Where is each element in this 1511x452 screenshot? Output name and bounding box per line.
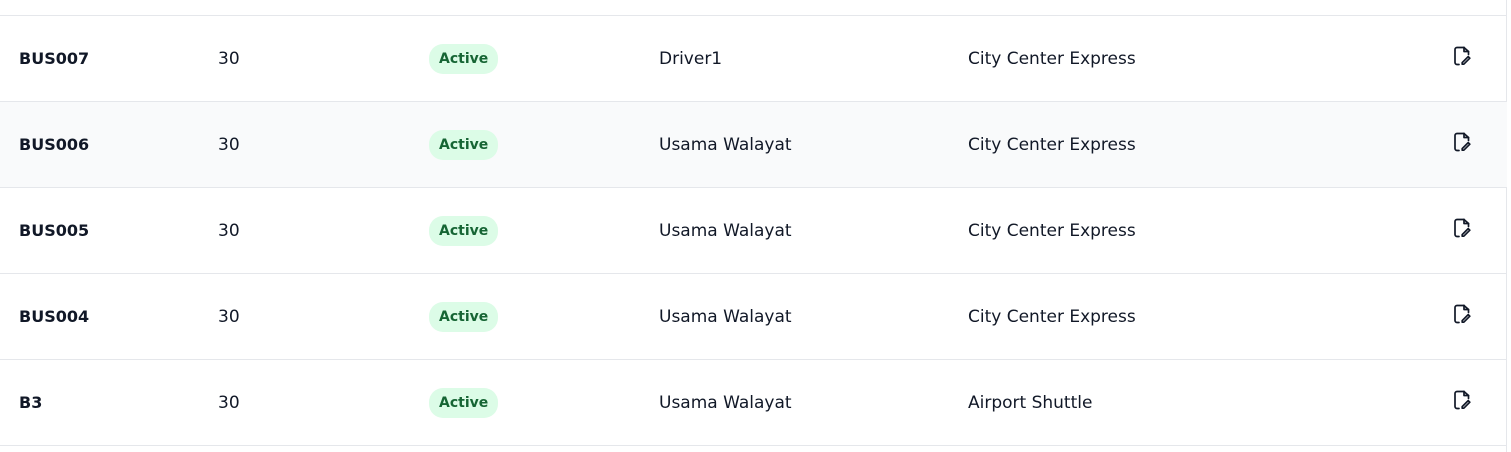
- table-row: BUS004 30 Active Usama Walayat City Cent…: [0, 274, 1507, 360]
- status-cell: Active: [429, 360, 499, 445]
- edit-document-icon[interactable]: [1452, 217, 1472, 239]
- capacity-cell: 30: [218, 392, 240, 413]
- actions-cell: [1452, 360, 1472, 445]
- capacity-cell: 30: [218, 134, 240, 155]
- actions-cell: [1452, 16, 1472, 101]
- route-cell: City Center Express: [968, 48, 1136, 69]
- status-badge: Active: [429, 129, 499, 160]
- table-row: BUS007 30 Active Driver1 City Center Exp…: [0, 16, 1507, 102]
- driver-cell: Usama Walayat: [659, 392, 792, 413]
- edit-document-icon[interactable]: [1452, 389, 1472, 411]
- bus-number-cell: BUS006: [19, 135, 90, 154]
- status-cell: Active: [429, 16, 499, 101]
- driver-cell: Usama Walayat: [659, 134, 792, 155]
- table-row: BUS005 30 Active Usama Walayat City Cent…: [0, 188, 1507, 274]
- bus-table: BUS007 30 Active Driver1 City Center Exp…: [0, 0, 1507, 452]
- bus-number-cell: BUS005: [19, 221, 90, 240]
- capacity-cell: 30: [218, 306, 240, 327]
- route-cell: City Center Express: [968, 306, 1136, 327]
- status-badge: Active: [429, 387, 499, 418]
- actions-cell: [1452, 274, 1472, 359]
- edit-document-icon[interactable]: [1452, 131, 1472, 153]
- driver-cell: Usama Walayat: [659, 306, 792, 327]
- edit-document-icon[interactable]: [1452, 45, 1472, 67]
- route-cell: Airport Shuttle: [968, 392, 1093, 413]
- status-badge: Active: [429, 43, 499, 74]
- status-cell: Active: [429, 274, 499, 359]
- table-row: BUS006 30 Active Usama Walayat City Cent…: [0, 102, 1507, 188]
- bus-number-cell: B3: [19, 393, 43, 412]
- status-cell: Active: [429, 188, 499, 273]
- status-cell: Active: [429, 102, 499, 187]
- table-row: B3 30 Active Usama Walayat Airport Shutt…: [0, 360, 1507, 446]
- capacity-cell: 30: [218, 220, 240, 241]
- bus-number-cell: BUS007: [19, 49, 90, 68]
- route-cell: City Center Express: [968, 220, 1136, 241]
- driver-cell: Driver1: [659, 48, 723, 69]
- driver-cell: Usama Walayat: [659, 220, 792, 241]
- actions-cell: [1452, 188, 1472, 273]
- status-badge: Active: [429, 215, 499, 246]
- bus-number-cell: BUS004: [19, 307, 90, 326]
- capacity-cell: 30: [218, 48, 240, 69]
- edit-document-icon[interactable]: [1452, 303, 1472, 325]
- actions-cell: [1452, 102, 1472, 187]
- route-cell: City Center Express: [968, 134, 1136, 155]
- status-badge: Active: [429, 301, 499, 332]
